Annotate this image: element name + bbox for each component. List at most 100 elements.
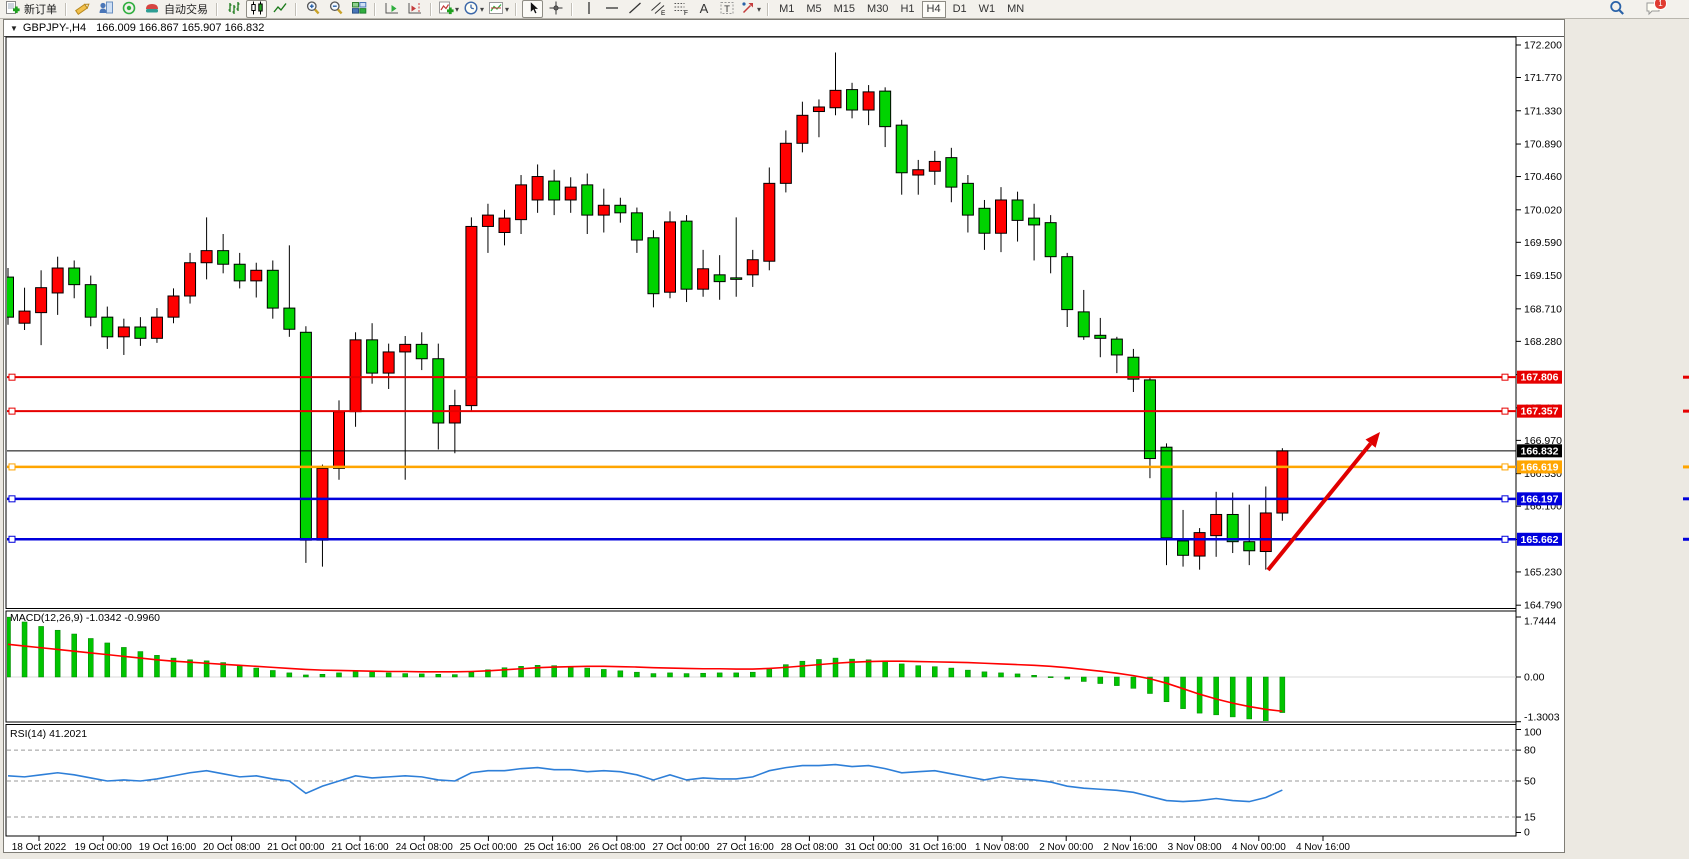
macd-bar — [618, 671, 623, 677]
macd-bar — [370, 672, 375, 677]
macd-bar — [668, 673, 673, 677]
macd-bar — [568, 667, 573, 677]
macd-bar — [138, 652, 143, 677]
svg-text:165.230: 165.230 — [1524, 566, 1562, 578]
axis-price-badges: 167.806167.357166.832166.619166.197165.6… — [1517, 371, 1562, 546]
macd-bar — [800, 661, 805, 677]
bull-candle — [118, 327, 129, 337]
macd-bar — [965, 670, 970, 677]
bear-candle — [102, 317, 113, 337]
macd-bar — [72, 634, 77, 677]
svg-text:170.890: 170.890 — [1524, 139, 1562, 151]
macd-bar — [154, 655, 159, 677]
svg-text:0: 0 — [1524, 827, 1530, 839]
bull-candle — [52, 268, 63, 293]
bear-candle — [714, 275, 725, 282]
bear-candle — [3, 277, 14, 317]
macd-bar — [287, 673, 292, 677]
line-anchor — [9, 408, 15, 414]
time-label: 3 Nov 08:00 — [1168, 842, 1222, 853]
macd-bar — [88, 638, 93, 677]
svg-text:167.806: 167.806 — [1521, 372, 1559, 384]
time-label: 2 Nov 16:00 — [1103, 842, 1157, 853]
svg-text:168.710: 168.710 — [1524, 303, 1562, 315]
bear-candle — [896, 125, 907, 173]
line-anchor — [9, 464, 15, 470]
svg-text:100: 100 — [1524, 727, 1542, 739]
bear-candle — [135, 327, 146, 338]
macd-bar — [121, 647, 126, 677]
bear-candle — [1128, 357, 1139, 379]
bear-candle — [681, 221, 692, 289]
bull-candle — [251, 270, 262, 281]
macd-bar — [816, 659, 821, 677]
bull-candle — [1260, 513, 1271, 552]
line-anchor — [1502, 408, 1508, 414]
bull-candle — [185, 263, 196, 296]
bear-candle — [615, 205, 626, 213]
svg-text:-1.3003: -1.3003 — [1524, 712, 1560, 724]
bull-candle — [830, 90, 841, 107]
macd-bar — [767, 669, 772, 677]
bear-candle — [1095, 335, 1106, 338]
svg-text:171.330: 171.330 — [1524, 105, 1562, 117]
bear-candle — [1045, 223, 1056, 257]
main-price-pane[interactable] — [6, 37, 1516, 609]
bear-candle — [1244, 542, 1255, 551]
bull-candle — [532, 177, 543, 200]
svg-text:165.662: 165.662 — [1521, 534, 1559, 546]
svg-text:171.770: 171.770 — [1524, 72, 1562, 84]
macd-bar — [1280, 677, 1285, 713]
macd-bar — [1114, 677, 1119, 686]
bull-candle — [797, 115, 808, 143]
svg-text:15: 15 — [1524, 812, 1536, 824]
macd-bar — [1247, 677, 1252, 719]
macd-bar — [651, 674, 656, 677]
svg-text:80: 80 — [1524, 745, 1536, 757]
macd-bar — [1032, 675, 1037, 677]
svg-text:1.7444: 1.7444 — [1524, 616, 1556, 628]
macd-bar — [55, 630, 60, 677]
bull-candle — [19, 311, 30, 323]
bull-candle — [996, 200, 1007, 233]
bear-candle — [1012, 200, 1023, 220]
bull-candle — [350, 340, 361, 412]
bear-candle — [1062, 257, 1073, 310]
time-label: 26 Oct 08:00 — [588, 842, 646, 853]
macd-bar — [419, 674, 424, 677]
time-label: 4 Nov 00:00 — [1232, 842, 1286, 853]
macd-bar — [320, 674, 325, 677]
time-axis[interactable]: 18 Oct 202219 Oct 00:0019 Oct 16:0020 Oc… — [12, 836, 1351, 853]
bear-candle — [433, 359, 444, 423]
bull-candle — [499, 218, 510, 232]
macd-bar — [1263, 677, 1268, 722]
macd-bar — [734, 673, 739, 677]
macd-bar — [254, 668, 259, 677]
svg-text:169.590: 169.590 — [1524, 237, 1562, 249]
edge-line-mark — [1683, 410, 1689, 413]
line-anchor — [9, 374, 15, 380]
bear-candle — [1227, 514, 1238, 541]
macd-bar — [270, 670, 275, 677]
time-label: 31 Oct 00:00 — [845, 842, 903, 853]
macd-bar — [833, 658, 838, 677]
screen-edge-line-marks — [1683, 376, 1689, 541]
macd-bar — [999, 673, 1004, 677]
macd-pane[interactable] — [6, 611, 1516, 722]
bear-candle — [69, 268, 80, 285]
svg-text:168.280: 168.280 — [1524, 336, 1562, 348]
bear-candle — [847, 90, 858, 110]
macd-indicator-label: MACD(12,26,9) -1.0342 -0.9960 — [10, 612, 160, 624]
bear-candle — [284, 308, 295, 329]
line-anchor — [9, 536, 15, 542]
time-label: 25 Oct 00:00 — [460, 842, 518, 853]
bear-candle — [300, 332, 311, 540]
chart-canvas: 172.200171.770171.330170.890170.460170.0… — [0, 0, 1689, 859]
bull-candle — [1211, 514, 1222, 535]
svg-text:0.00: 0.00 — [1524, 672, 1545, 684]
rsi-pane[interactable] — [6, 725, 1516, 837]
macd-bar — [386, 673, 391, 677]
rsi-axis: 1008050150 — [1516, 727, 1542, 839]
time-label: 18 Oct 2022 — [12, 842, 67, 853]
bull-candle — [168, 296, 179, 317]
